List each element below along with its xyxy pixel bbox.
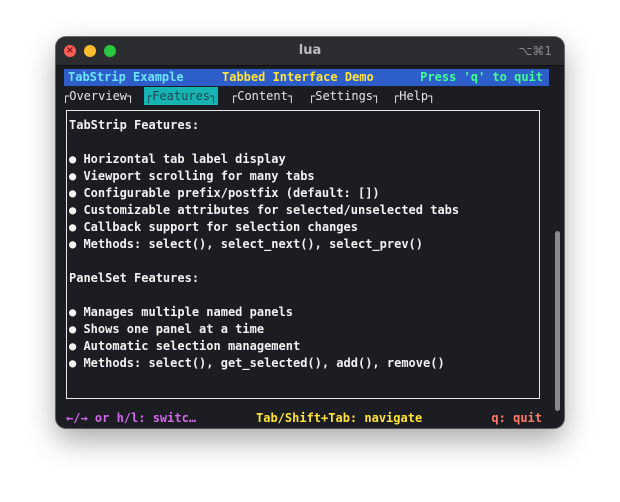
- window-title: lua: [298, 43, 322, 58]
- content-line: ● Manages multiple named panels: [69, 305, 293, 319]
- scrollbar[interactable]: [555, 231, 560, 411]
- content-line: ● Methods: select(), select_next(), sele…: [69, 237, 424, 251]
- header-bar: TabStrip Example Tabbed Interface Demo P…: [64, 69, 549, 86]
- tab-content[interactable]: ┌Content┐: [230, 87, 295, 105]
- window-shortcut: ⌥⌘1: [518, 44, 552, 58]
- tab-help[interactable]: ┌Help┐: [392, 87, 435, 105]
- content-line: ● Automatic selection management: [69, 339, 301, 353]
- content-line: ● Configurable prefix/postfix (default: …: [69, 186, 380, 200]
- content-line: ● Shows one panel at a time: [69, 322, 265, 336]
- status-navigate-hint: Tab/Shift+Tab: navigate: [256, 411, 423, 425]
- status-switch-hint: ←/→ or h/l: switc…: [66, 411, 197, 425]
- header-app-title: TabStrip Example: [68, 70, 184, 84]
- status-quit-hint: q: quit: [491, 411, 542, 425]
- header-quit-hint: Press 'q' to quit: [420, 70, 543, 84]
- content-line: TabStrip Features:: [69, 118, 200, 132]
- tab-features[interactable]: ┌Features┐: [144, 87, 219, 105]
- content-line: ● Horizontal tab label display: [69, 152, 286, 166]
- content-line: ● Customizable attributes for selected/u…: [69, 203, 460, 217]
- content-line: ● Callback support for selection changes: [69, 220, 358, 234]
- terminal-content[interactable]: TabStrip Example Tabbed Interface Demo P…: [56, 66, 564, 428]
- content-line: PanelSet Features:: [69, 271, 200, 285]
- status-bar: ←/→ or h/l: switc… Tab/Shift+Tab: naviga…: [66, 410, 550, 427]
- content-line: ● Methods: select(), get_selected(), add…: [69, 356, 445, 370]
- title-bar[interactable]: × lua ⌥⌘1: [56, 37, 564, 66]
- content-panel: TabStrip Features: ● Horizontal tab labe…: [66, 110, 540, 399]
- tab-strip: ┌Overview┐ ┌Features┐ ┌Content┐ ┌Setting…: [62, 87, 552, 105]
- tab-settings[interactable]: ┌Settings┐: [308, 87, 380, 105]
- terminal-window: × lua ⌥⌘1 TabStrip Example Tabbed Interf…: [56, 37, 564, 428]
- header-subtitle: Tabbed Interface Demo: [222, 70, 374, 84]
- tab-overview[interactable]: ┌Overview┐: [62, 87, 134, 105]
- content-line: ● Viewport scrolling for many tabs: [69, 169, 315, 183]
